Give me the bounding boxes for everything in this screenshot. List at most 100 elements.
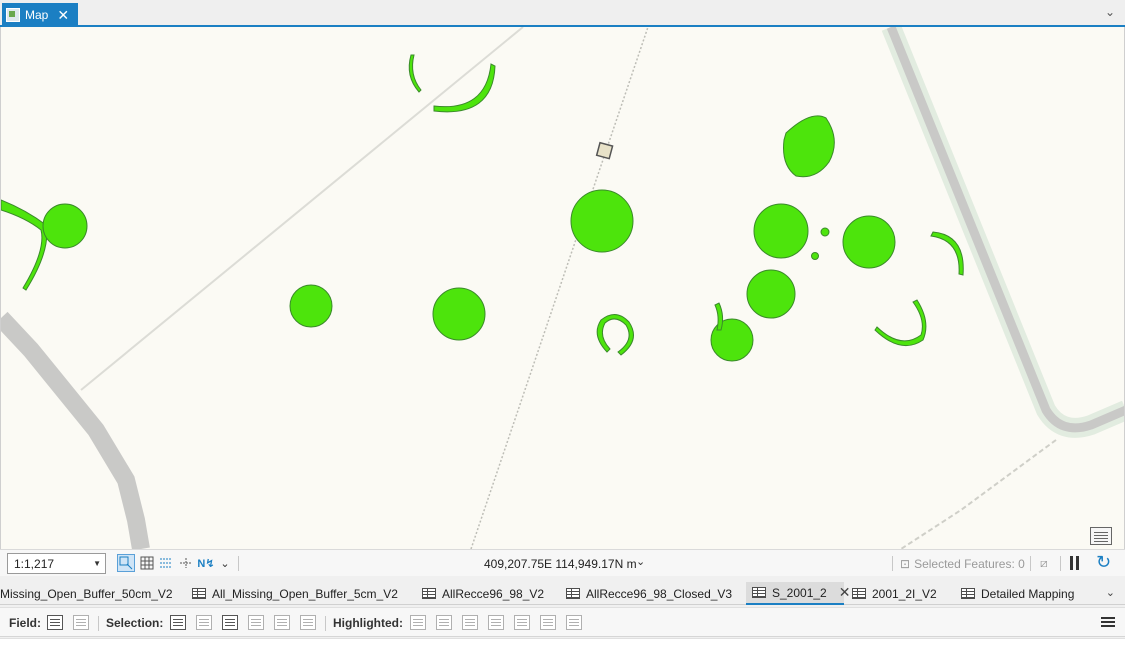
table-tab-label: 2001_2I_V2: [872, 586, 937, 601]
footpath: [900, 439, 1057, 550]
divider: [1030, 556, 1031, 571]
attribute-table-tabs: Missing_Open_Buffer_50cm_V2 All_Missing_…: [0, 582, 1125, 605]
table-tab-label: Missing_Open_Buffer_50cm_V2: [0, 586, 173, 601]
table-icon: [752, 587, 766, 598]
map-tab-label: Map: [25, 8, 49, 22]
clear-highlight-icon[interactable]: [514, 615, 530, 630]
grid-icon: [140, 556, 154, 570]
feature-polygon[interactable]: [753, 203, 809, 259]
selected-features-indicator[interactable]: ⊡ Selected Features: 0: [900, 557, 1025, 571]
grid-button[interactable]: [138, 554, 156, 572]
copy-selected-icon[interactable]: [300, 615, 316, 630]
feature-polygon[interactable]: [42, 203, 88, 249]
coordinate-format-chevron-icon[interactable]: ⌄: [636, 555, 645, 568]
table-of-contents-icon[interactable]: [1090, 527, 1112, 545]
pan-to-highlighted-icon[interactable]: [436, 615, 452, 630]
add-field-icon[interactable]: [47, 615, 63, 630]
chevron-down-icon[interactable]: ⌄: [1105, 5, 1115, 19]
feature-arc[interactable]: [874, 299, 927, 347]
divider: [238, 556, 239, 571]
menu-icon[interactable]: [1101, 616, 1115, 628]
constraints-icon: [160, 558, 172, 568]
pause-drawing-icon[interactable]: [1069, 556, 1081, 570]
table-tab[interactable]: Missing_Open_Buffer_50cm_V2: [0, 582, 173, 605]
road-left: [1, 311, 150, 551]
north-arrow-button[interactable]: N↯: [197, 554, 215, 572]
chevron-down-icon: ⌄: [220, 557, 230, 570]
coordinate-readout: 409,207.75E 114,949.17N m: [484, 557, 637, 571]
feature-arc[interactable]: [408, 54, 422, 93]
divider: [1060, 556, 1061, 571]
table-tab-label: S_2001_2: [772, 585, 827, 600]
table-tab-active[interactable]: S_2001_2 ✕: [746, 582, 850, 605]
more-options-button[interactable]: ⌄: [216, 554, 234, 572]
road-right-verge: [881, 27, 1124, 438]
unhighlight-icon[interactable]: [462, 615, 478, 630]
table-tab-label: Detailed Mapping: [981, 586, 1075, 601]
scale-selector[interactable]: 1:1,217 ▼: [7, 553, 106, 574]
table-tab[interactable]: Detailed Mapping: [961, 582, 1074, 605]
refresh-map-icon[interactable]: ⧄: [1040, 556, 1048, 571]
chevron-down-icon[interactable]: ⌄: [1106, 586, 1115, 599]
map-canvas[interactable]: [0, 27, 1125, 575]
table-tab[interactable]: All_Missing_Open_Buffer_5cm_V2: [192, 582, 398, 605]
feature-polygon[interactable]: [842, 215, 896, 269]
map-drawing: [1, 27, 1124, 551]
switch-selection-icon[interactable]: [222, 615, 238, 630]
divider: [325, 616, 326, 631]
zoom-to-highlighted-icon[interactable]: [410, 615, 426, 630]
table-tab-label: AllRecce96_98_Closed_V3: [586, 586, 733, 601]
feature-arc[interactable]: [433, 63, 496, 113]
feature-polygon[interactable]: [432, 287, 486, 341]
table-tab[interactable]: AllRecce96_98_Closed_V3: [566, 582, 732, 605]
feature-polygon[interactable]: [746, 269, 796, 319]
switch-highlight-icon[interactable]: [488, 615, 504, 630]
zoom-to-selection-icon[interactable]: [196, 615, 212, 630]
feature-polygon[interactable]: [820, 227, 830, 237]
dotted-path-line: [470, 27, 649, 550]
snapping-button[interactable]: [117, 554, 135, 572]
table-tab-label: All_Missing_Open_Buffer_5cm_V2: [212, 586, 398, 601]
refresh-icon[interactable]: ↻: [1096, 553, 1111, 571]
survey-marker[interactable]: [595, 141, 614, 160]
feature-ring[interactable]: [596, 314, 634, 356]
feature-polygon[interactable]: [570, 189, 634, 253]
table-tab-label: AllRecce96_98_V2: [442, 586, 545, 601]
arcgis-map-window: Map ✕ ⌄ 1:1,217 ▼ N↯ ⌄ 409,207.75E 114,9…: [0, 0, 1125, 646]
feature-arc[interactable]: [1, 199, 48, 291]
divider: [98, 616, 99, 631]
feature-arc[interactable]: [930, 231, 964, 276]
clear-selection-icon[interactable]: [248, 615, 264, 630]
close-icon[interactable]: ✕: [839, 584, 851, 601]
feature-polygon[interactable]: [811, 252, 819, 260]
select-by-attributes-icon[interactable]: [170, 615, 186, 630]
attribute-table-grid[interactable]: [0, 638, 1125, 646]
copy-highlighted-icon[interactable]: [566, 615, 582, 630]
close-icon[interactable]: ✕: [57, 8, 69, 22]
attribute-table-toolbar: Field: Selection: Highlighted:: [0, 607, 1125, 637]
table-tab[interactable]: 2001_2I_V2: [852, 582, 937, 605]
calculate-field-icon[interactable]: [73, 615, 89, 630]
feature-polygon[interactable]: [783, 115, 835, 178]
snap-line-button[interactable]: [177, 554, 195, 572]
highlighted-label: Highlighted:: [333, 616, 403, 630]
view-tab-strip: Map ✕ ⌄: [0, 0, 1125, 27]
map-status-bar: 1:1,217 ▼ N↯ ⌄ 409,207.75E 114,949.17N m…: [0, 549, 1125, 576]
table-icon: [852, 588, 866, 599]
delete-highlighted-icon[interactable]: [540, 615, 556, 630]
dropdown-arrow-icon: ▼: [93, 559, 101, 568]
north-icon: N↯: [197, 557, 215, 570]
scale-value: 1:1,217: [14, 556, 55, 571]
selection-icon: ⊡: [900, 557, 911, 571]
map-icon: [6, 8, 20, 22]
map-tab[interactable]: Map ✕: [2, 3, 78, 27]
divider: [892, 556, 893, 571]
table-icon: [192, 588, 206, 599]
delete-selected-icon[interactable]: [274, 615, 290, 630]
table-icon: [566, 588, 580, 599]
field-label: Field:: [9, 616, 41, 630]
constraints-button[interactable]: [157, 554, 175, 572]
feature-polygon[interactable]: [289, 284, 333, 328]
table-tab[interactable]: AllRecce96_98_V2: [422, 582, 544, 605]
snap-line-icon: [180, 558, 192, 568]
